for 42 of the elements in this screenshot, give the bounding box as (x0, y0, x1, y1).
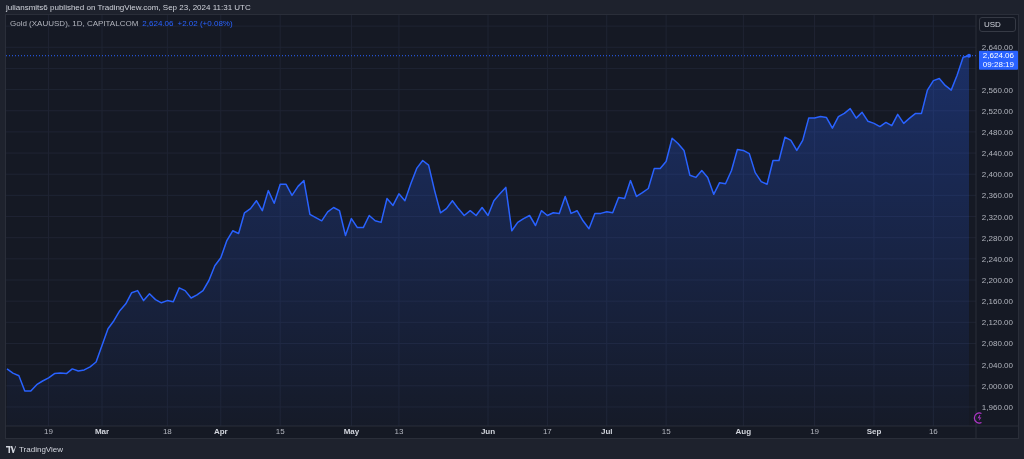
currency-button[interactable]: USD (979, 17, 1016, 32)
x-axis-label: 15 (661, 427, 671, 436)
x-axis-label: Jul (601, 427, 613, 436)
x-axis-label: 15 (275, 427, 285, 436)
price-change: +2.02 (+0.08%) (177, 19, 233, 28)
last-price: 2,624.06 (142, 19, 174, 28)
x-axis-label: Apr (213, 427, 228, 436)
y-axis-label: 2,640.00 (981, 43, 1013, 53)
x-axis-label: May (343, 427, 360, 436)
x-axis-label: 16 (928, 427, 938, 436)
y-axis-label: 2,000.00 (981, 381, 1013, 391)
y-axis-label: 2,360.00 (981, 191, 1013, 201)
y-axis-label: 2,480.00 (981, 127, 1013, 137)
y-axis-label: 2,320.00 (981, 212, 1013, 222)
x-axis-label: Mar (94, 427, 110, 436)
last-point-marker (967, 53, 971, 58)
y-axis-label: 2,160.00 (981, 297, 1013, 307)
y-axis-label: 2,080.00 (981, 339, 1013, 349)
y-axis-label: 2,560.00 (981, 85, 1013, 95)
x-axis-label: Jun (480, 427, 496, 436)
logo-icon (6, 445, 16, 453)
x-axis-label: 13 (394, 427, 404, 436)
y-axis-label: 2,040.00 (981, 360, 1013, 370)
x-axis-label: 17 (542, 427, 552, 436)
symbol-label: Gold (XAUUSD), 1D, CAPITALCOM (10, 19, 139, 28)
y-axis-label: 2,240.00 (981, 254, 1013, 264)
y-axis-label: 2,400.00 (981, 170, 1013, 180)
y-axis-label: 1,960.00 (981, 402, 1013, 412)
y-axis-label: 2,120.00 (981, 318, 1013, 328)
lightning-icon[interactable] (973, 412, 983, 424)
brand-name[interactable]: TradingView (19, 444, 64, 454)
x-axis-label: 19 (810, 427, 820, 436)
x-axis-label: Aug (735, 427, 752, 436)
publisher-caption: juliansmits6 published on TradingView.com, Sep 23, 2024 11:31 UTC (6, 2, 251, 12)
x-axis-label: 18 (162, 427, 172, 436)
y-axis-label: 2,440.00 (981, 149, 1013, 159)
y-axis-label: 2,520.00 (981, 106, 1013, 116)
y-axis-label: 2,200.00 (981, 276, 1013, 285)
x-axis-label: Sep (866, 427, 882, 436)
y-axis-label: 2,280.00 (981, 233, 1013, 243)
x-axis-label: 19 (44, 427, 53, 436)
price-tag: 2,624.06 09:28:19 (979, 50, 1018, 70)
